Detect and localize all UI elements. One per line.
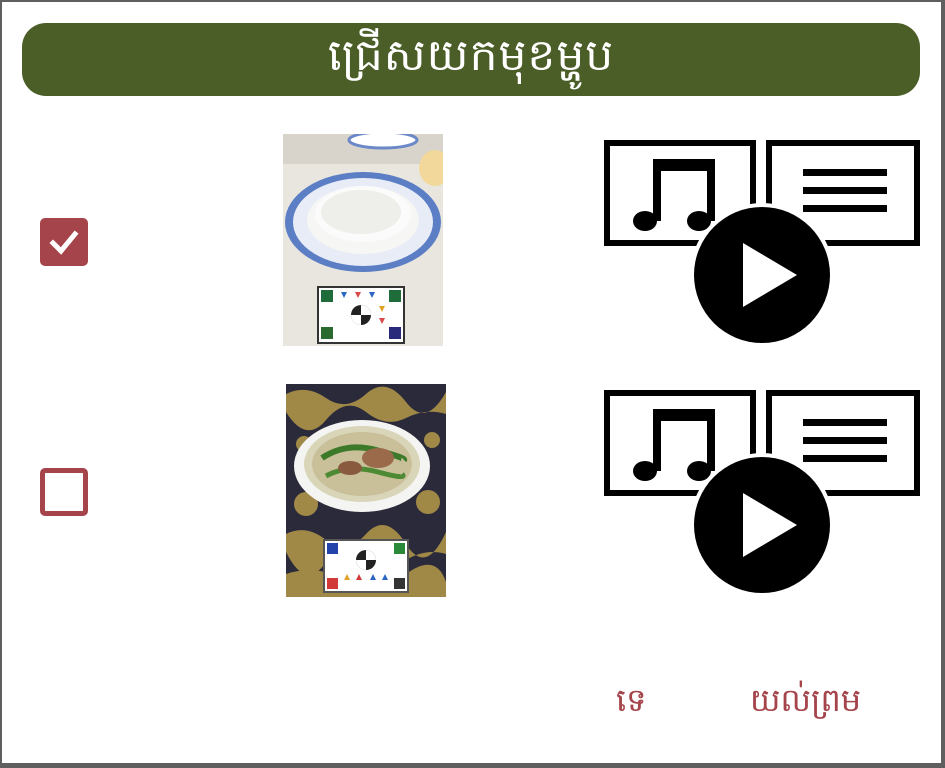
select-dish-dialog: ជ្រើសយកមុខម្ហូប ទេ យល់ព្រម (2, 2, 941, 763)
cancel-button[interactable]: ទេ (610, 680, 652, 727)
ok-button[interactable]: យល់ព្រម (744, 680, 867, 727)
dish-photo-rice[interactable] (283, 134, 443, 346)
checkmark-icon (49, 230, 79, 255)
dish-row (2, 134, 941, 349)
play-audio-text-icon[interactable] (603, 139, 921, 349)
dish-row (2, 384, 941, 599)
play-audio-text-icon[interactable] (603, 389, 921, 599)
dish-checkbox-checked[interactable] (40, 218, 88, 266)
dish-photo-noodle-soup[interactable] (286, 384, 446, 597)
dialog-title-bar: ជ្រើសយកមុខម្ហូប (22, 23, 920, 96)
dialog-title: ជ្រើសយកមុខម្ហូប (327, 29, 615, 81)
dish-checkbox-unchecked[interactable] (40, 468, 88, 516)
